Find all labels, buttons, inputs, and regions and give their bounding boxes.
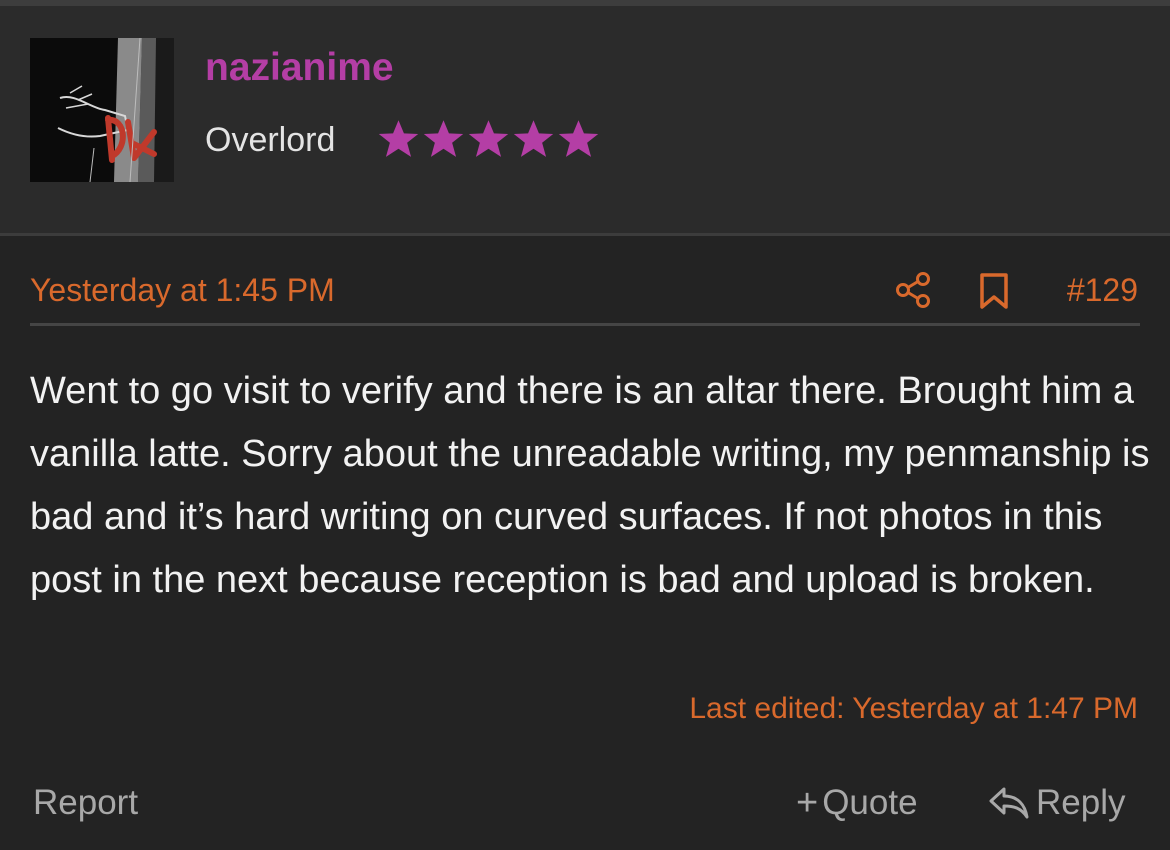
username-link[interactable]: nazianime	[205, 46, 394, 90]
star-icon	[558, 120, 599, 157]
star-icon	[513, 120, 554, 157]
quote-label: Quote	[822, 783, 918, 822]
reply-label: Reply	[1036, 783, 1126, 822]
avatar[interactable]	[30, 38, 174, 182]
plus-icon: +	[796, 782, 819, 824]
rating-stars	[376, 114, 601, 164]
last-edited: Last edited: Yesterday at 1:47 PM	[689, 692, 1138, 725]
star-icon	[468, 120, 509, 157]
post-header-divider	[30, 323, 1140, 326]
post-body: Went to go visit to verify and there is …	[30, 370, 1150, 601]
forum-post: nazianime Overlord Yesterday at 1:45 PM …	[0, 0, 1170, 850]
report-link[interactable]: Report	[33, 783, 138, 823]
avatar-image	[30, 38, 174, 182]
post-number-link[interactable]: #129	[1067, 272, 1138, 309]
star-icon	[423, 120, 464, 157]
bookmark-icon[interactable]	[978, 272, 1010, 310]
reply-button[interactable]: Reply	[988, 783, 1125, 823]
header-divider	[0, 233, 1170, 236]
user-title: Overlord	[205, 121, 336, 159]
share-icon[interactable]	[893, 270, 933, 310]
star-icon	[378, 120, 419, 157]
post-date-link[interactable]: Yesterday at 1:45 PM	[30, 272, 335, 309]
reply-icon	[989, 787, 1029, 819]
quote-button[interactable]: + Quote	[796, 783, 918, 823]
